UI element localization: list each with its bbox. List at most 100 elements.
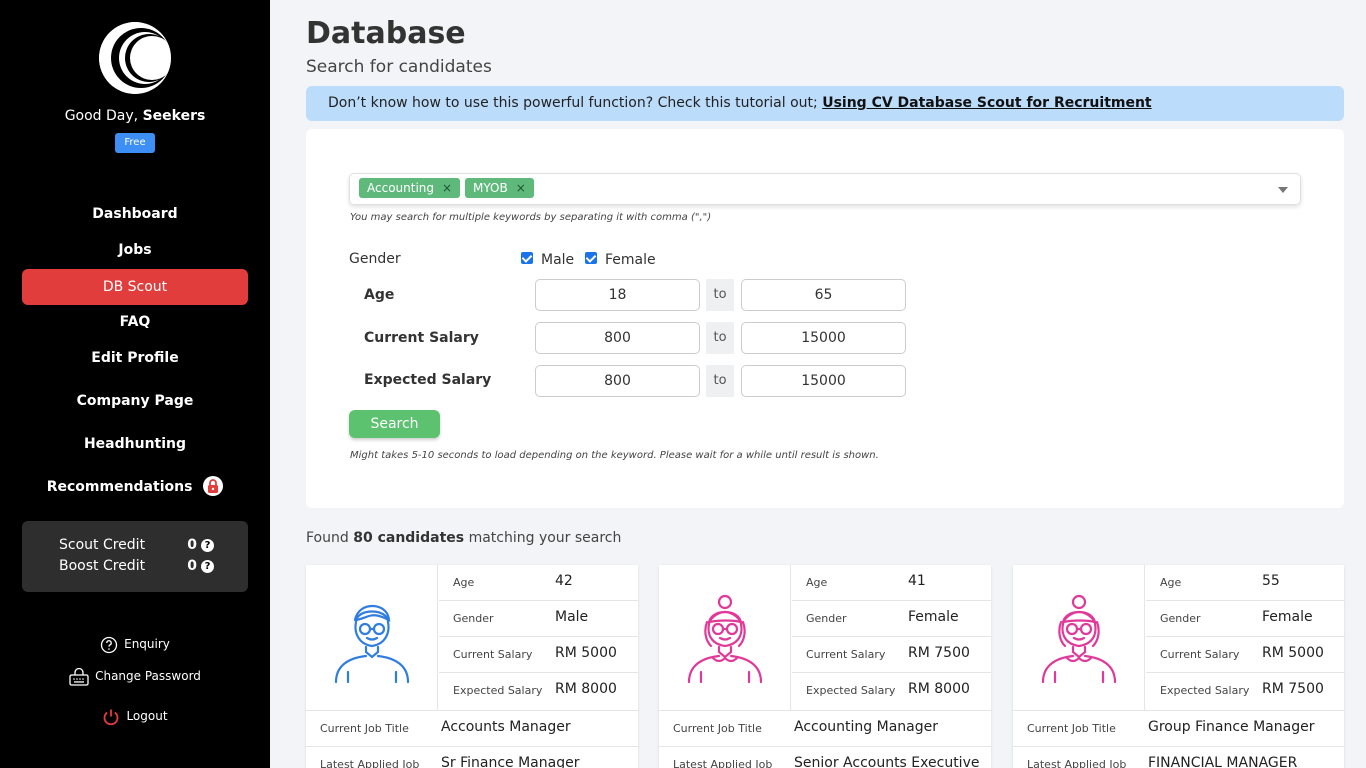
nav-faq[interactable]: FAQ — [22, 304, 248, 340]
checkbox-checked-icon[interactable] — [521, 252, 533, 264]
tag-label: MYOB — [473, 181, 508, 195]
enquiry-label: Enquiry — [124, 637, 170, 651]
current-salary-value: RM 5000 — [1262, 645, 1324, 661]
search-button[interactable]: Search — [349, 410, 440, 438]
latest-job-row: Latest Applied Job FINANCIAL MANAGER — [1013, 746, 1344, 768]
tutorial-text: Don’t know how to use this powerful func… — [328, 95, 818, 111]
expected-salary-label: Expected Salary — [364, 372, 492, 388]
power-icon — [104, 709, 119, 725]
boost-credit-row: Boost Credit 0? — [59, 556, 214, 576]
avatar — [306, 565, 438, 710]
question-bubble-icon — [100, 636, 118, 653]
nav-recommendations[interactable]: Recommendations — [22, 469, 248, 505]
current-job-value: Accounting Manager — [794, 719, 938, 735]
logo — [99, 22, 171, 94]
plan-badge: Free — [115, 133, 155, 153]
field-label: Current Salary — [1160, 648, 1240, 661]
gender-female-label: Female — [605, 252, 656, 268]
current-job-value: Group Finance Manager — [1148, 719, 1315, 735]
change-password-link[interactable]: Change Password — [0, 666, 270, 686]
gender-value: Male — [555, 609, 589, 625]
question-icon[interactable]: ? — [201, 538, 214, 552]
expected-salary-min-input[interactable]: 800 — [535, 365, 700, 397]
gender-value: Female — [1262, 609, 1313, 625]
scout-credit-value: 0? — [187, 535, 214, 555]
change-password-label: Change Password — [95, 669, 201, 683]
age-max-input[interactable]: 65 — [741, 279, 906, 311]
candidate-card[interactable]: Age 41 Gender Female Current Salary RM 7500… — [659, 565, 991, 768]
scout-credit-row: Scout Credit 0? — [59, 535, 214, 555]
expected-salary-row: Expected Salary RM 8000 — [439, 673, 638, 709]
field-label: Expected Salary — [1160, 684, 1250, 697]
scout-credit-count: 0 — [187, 537, 197, 553]
current-salary-max-input[interactable]: 15000 — [741, 322, 906, 354]
boost-credit-count: 0 — [187, 558, 197, 574]
age-label: Age — [364, 287, 395, 303]
nav-recommendations-label: Recommendations — [46, 479, 193, 495]
greeting: Good Day, Seekers — [0, 108, 270, 124]
page-title: Database — [306, 16, 466, 51]
expected-salary-value: RM 8000 — [908, 681, 970, 697]
current-salary-row: Current Salary RM 5000 — [1146, 637, 1345, 673]
current-salary-min-input[interactable]: 800 — [535, 322, 700, 354]
keyword-tag-input[interactable]: Accounting × MYOB × — [349, 173, 1301, 205]
expected-salary-to-label: to — [706, 365, 734, 397]
gender-row: Gender Male — [439, 601, 638, 637]
keyboard-lock-icon — [69, 667, 89, 686]
female-avatar-icon — [687, 594, 763, 684]
question-icon[interactable]: ? — [201, 559, 214, 573]
tutorial-link[interactable]: Using CV Database Scout for Recruitment — [822, 95, 1151, 111]
field-label: Latest Applied Job — [673, 758, 773, 768]
nav-headhunting[interactable]: Headhunting — [22, 426, 248, 462]
expected-salary-max-input[interactable]: 15000 — [741, 365, 906, 397]
boost-credit-label: Boost Credit — [59, 558, 146, 574]
nav-jobs[interactable]: Jobs — [22, 232, 248, 268]
results-summary: Found 80 candidates matching your search — [306, 530, 621, 546]
nav-dashboard[interactable]: Dashboard — [22, 196, 248, 232]
avatar — [659, 565, 791, 710]
gender-female-checkbox[interactable]: Female — [585, 252, 656, 268]
remove-tag-icon[interactable]: × — [516, 181, 526, 195]
credit-box: Scout Credit 0? Boost Credit 0? — [22, 521, 248, 592]
field-label: Gender — [453, 612, 494, 625]
expected-salary-value: RM 8000 — [555, 681, 617, 697]
latest-job-row: Latest Applied Job Sr Finance Manager — [306, 746, 638, 768]
age-min-input[interactable]: 18 — [535, 279, 700, 311]
current-salary-row: Current Salary RM 5000 — [439, 637, 638, 673]
tag-accounting: Accounting × — [359, 178, 461, 198]
current-salary-value: RM 5000 — [555, 645, 617, 661]
logout-link[interactable]: Logout — [0, 706, 270, 726]
latest-job-value: Sr Finance Manager — [441, 755, 580, 768]
age-value: 41 — [908, 573, 926, 589]
nav-edit-profile[interactable]: Edit Profile — [22, 340, 248, 376]
gender-male-label: Male — [541, 252, 575, 268]
current-job-value: Accounts Manager — [441, 719, 571, 735]
current-job-row: Current Job Title Accounting Manager — [659, 710, 991, 746]
chevron-down-icon[interactable] — [1278, 187, 1288, 193]
remove-tag-icon[interactable]: × — [442, 181, 452, 195]
enquiry-link[interactable]: Enquiry — [0, 634, 270, 654]
gender-male-checkbox[interactable]: Male — [521, 252, 574, 268]
load-hint: Might takes 5-10 seconds to load dependi… — [350, 450, 879, 461]
current-salary-to-label: to — [706, 322, 734, 354]
keyword-hint: You may search for multiple keywords by … — [350, 212, 712, 223]
nav-db-scout[interactable]: DB Scout — [22, 269, 248, 305]
field-label: Age — [1160, 576, 1182, 589]
age-value: 42 — [555, 573, 573, 589]
lock-icon — [203, 476, 224, 496]
current-salary-label: Current Salary — [364, 330, 479, 346]
candidate-card[interactable]: Age 55 Gender Female Current Salary RM 5000… — [1013, 565, 1345, 768]
field-label: Current Salary — [806, 648, 886, 661]
nav-company-page[interactable]: Company Page — [22, 383, 248, 419]
tag-myob: MYOB × — [465, 178, 534, 198]
gender-row: Gender Female — [1146, 601, 1345, 637]
age-row: Age 42 — [439, 565, 638, 601]
field-label: Age — [453, 576, 475, 589]
checkbox-checked-icon[interactable] — [585, 252, 597, 264]
candidate-card[interactable]: Age 42 Gender Male Current Salary RM 5000 E… — [306, 565, 638, 768]
expected-salary-row: Expected Salary RM 7500 — [1146, 673, 1345, 709]
user-name: Seekers — [142, 108, 206, 124]
crescent-logo-icon — [99, 22, 171, 94]
male-avatar-icon — [334, 604, 410, 684]
expected-salary-row: Expected Salary RM 8000 — [792, 673, 991, 709]
